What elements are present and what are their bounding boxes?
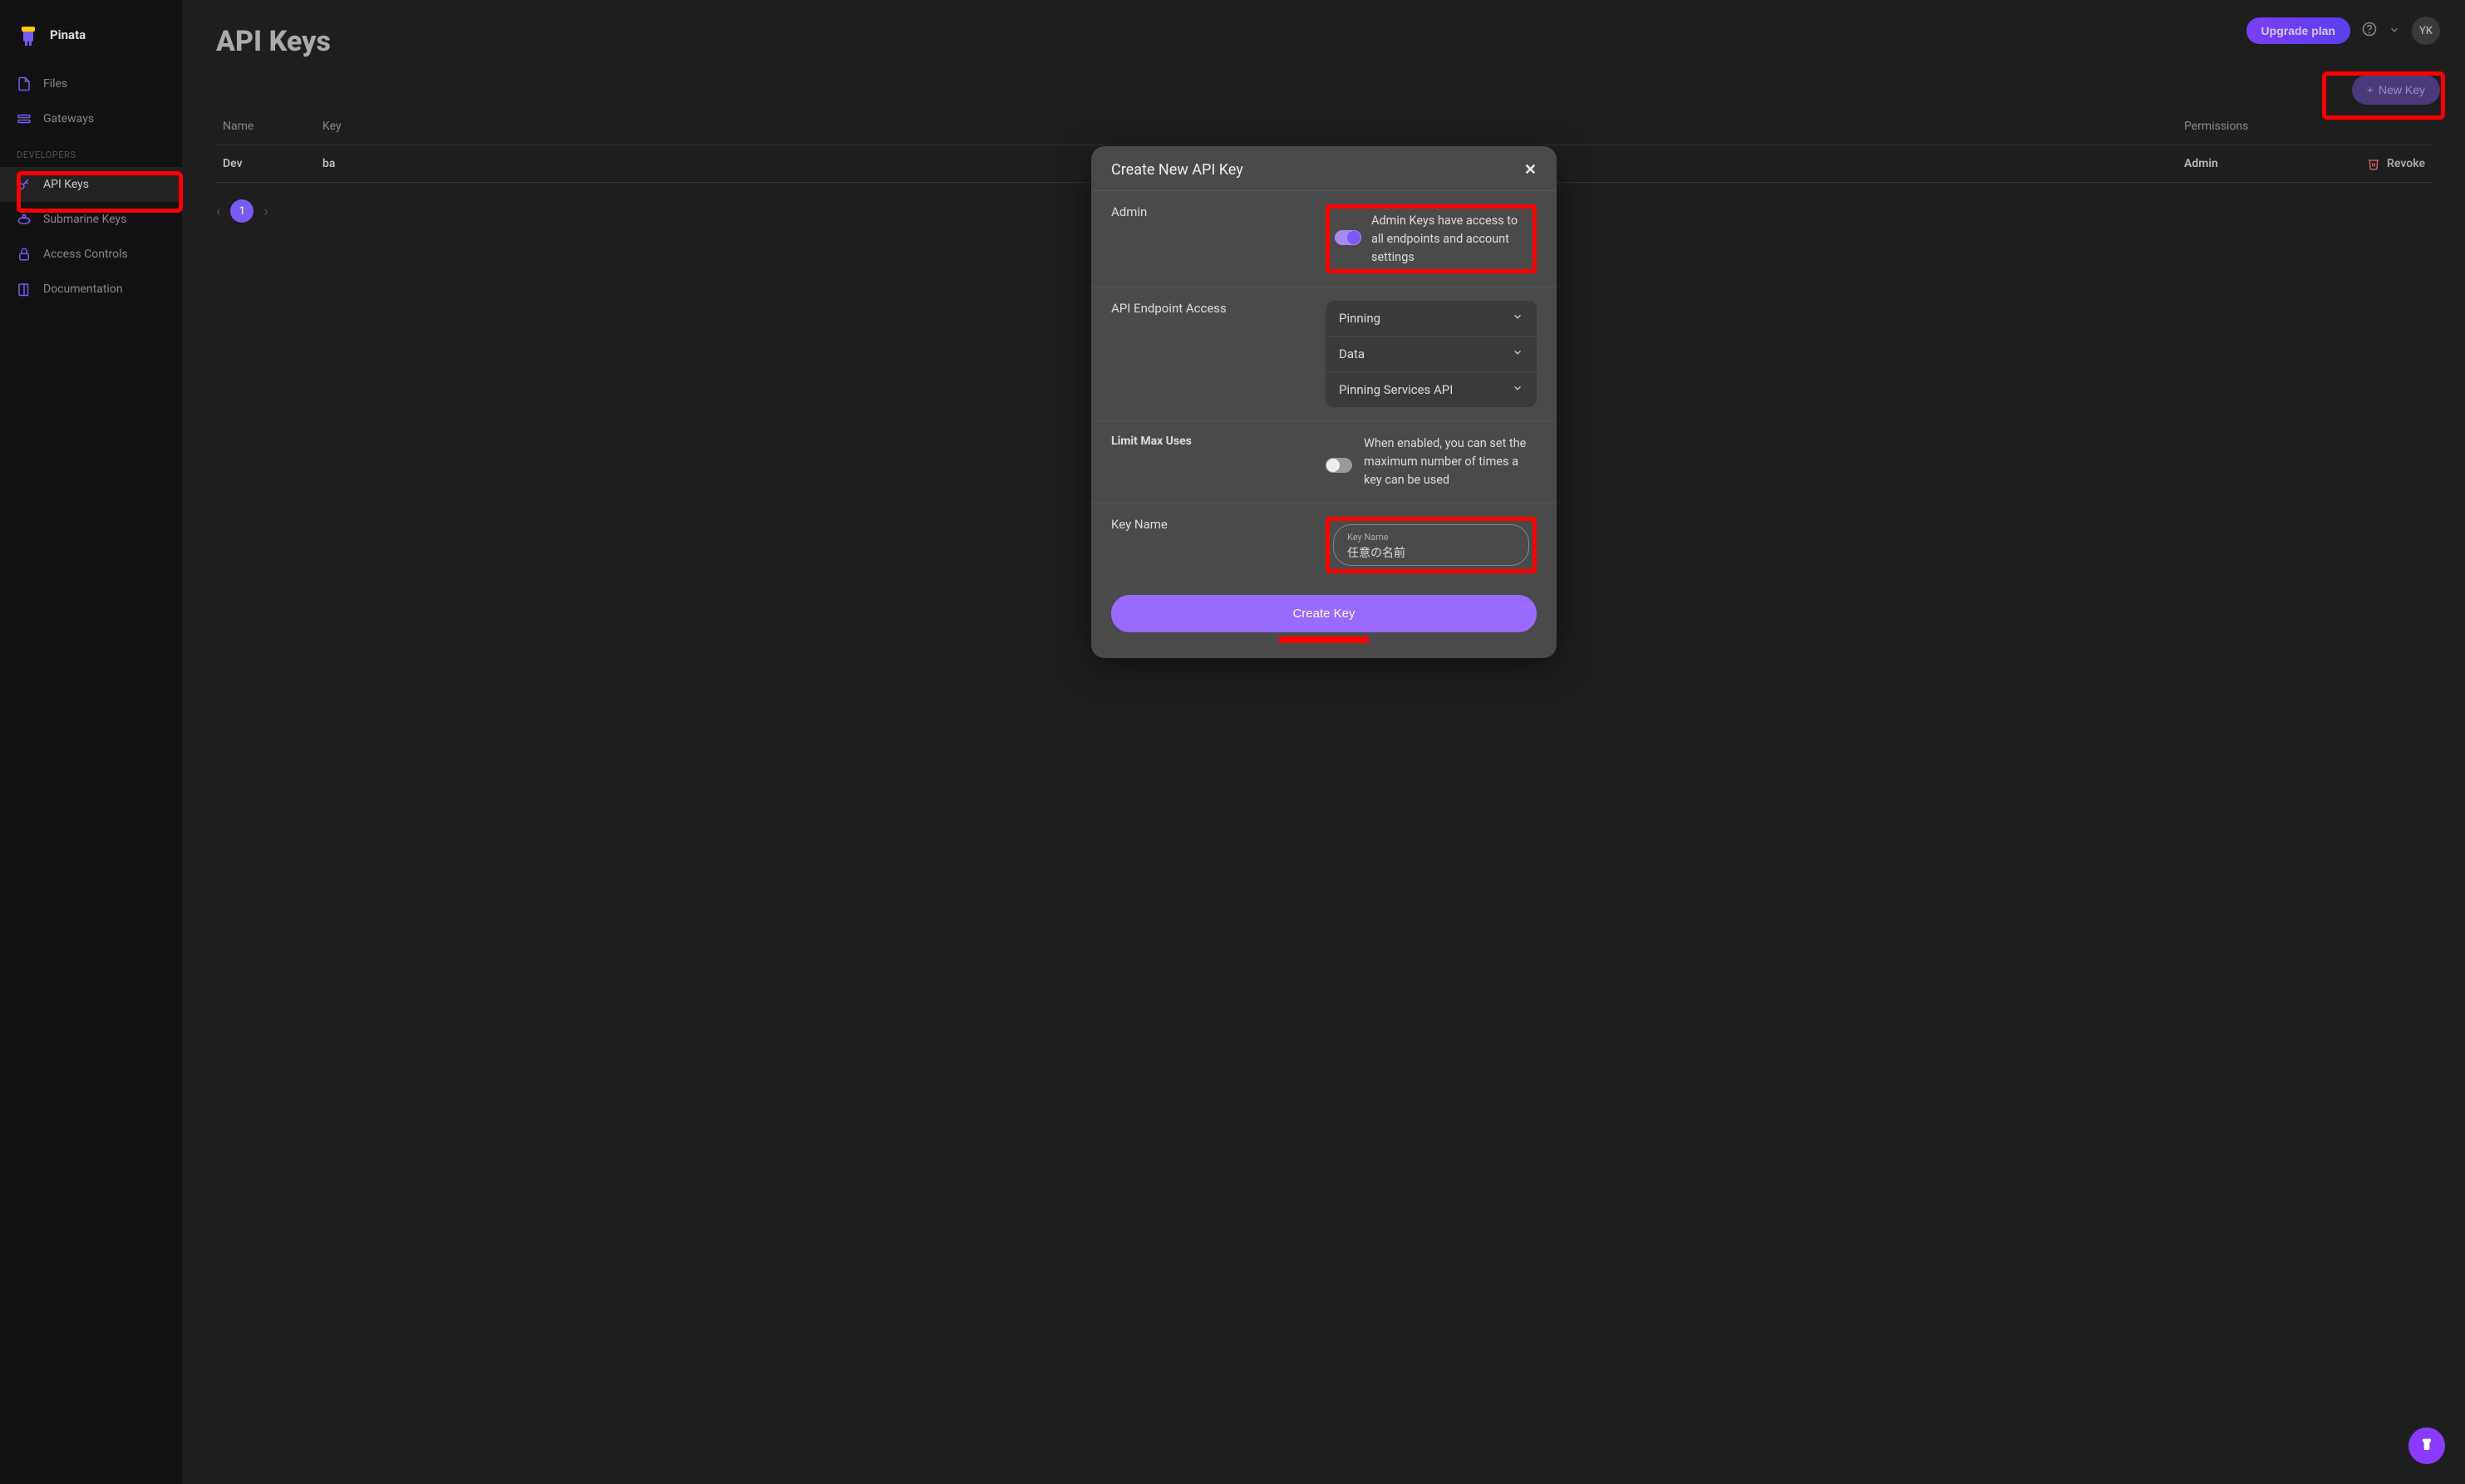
sidebar: Pinata Files Gateways DEVELOPERS API Key…	[0, 0, 183, 1484]
endpoint-access-group: Pinning Data Pinning Services API	[1326, 301, 1537, 407]
submarine-icon	[17, 212, 32, 227]
revoke-label: Revoke	[2387, 157, 2425, 170]
sidebar-item-label: Files	[43, 77, 67, 91]
endpoint-label: Pinning	[1339, 311, 1380, 326]
support-fab[interactable]	[2408, 1427, 2445, 1464]
sidebar-item-access-controls[interactable]: Access Controls	[0, 237, 182, 272]
sidebar-item-label: Documentation	[43, 283, 123, 296]
sidebar-section-developers: DEVELOPERS	[0, 136, 182, 167]
chevron-down-icon[interactable]	[2389, 23, 2400, 39]
file-icon	[17, 76, 32, 91]
col-permissions: Permissions	[2184, 120, 2300, 133]
admin-description: Admin Keys have access to all endpoints …	[1371, 212, 1528, 266]
upgrade-plan-button[interactable]: Upgrade plan	[2246, 17, 2350, 44]
annotation-highlight-key-name: Key Name	[1326, 517, 1537, 573]
book-icon	[17, 282, 32, 297]
endpoint-label: Pinning Services API	[1339, 382, 1453, 397]
sidebar-item-label: Access Controls	[43, 248, 128, 261]
lock-icon	[17, 247, 32, 262]
trash-icon	[2367, 157, 2380, 170]
sidebar-item-documentation[interactable]: Documentation	[0, 272, 182, 307]
endpoint-data[interactable]: Data	[1326, 337, 1537, 372]
key-name-input[interactable]	[1347, 546, 1515, 559]
sidebar-item-label: Gateways	[43, 112, 94, 125]
admin-toggle[interactable]	[1335, 230, 1361, 245]
chevron-down-icon	[1512, 382, 1523, 397]
cell-name: Dev	[223, 157, 306, 170]
key-name-field[interactable]: Key Name	[1333, 524, 1529, 566]
avatar[interactable]: YK	[2412, 17, 2440, 45]
create-key-button[interactable]: Create Key	[1111, 595, 1537, 632]
help-icon[interactable]	[2362, 22, 2377, 40]
endpoint-pinning[interactable]: Pinning	[1326, 301, 1537, 337]
new-key-button[interactable]: + New Key	[2352, 75, 2440, 105]
admin-label: Admin	[1111, 204, 1322, 273]
endpoint-access-label: API Endpoint Access	[1111, 301, 1322, 407]
sidebar-item-label: API Keys	[43, 178, 89, 191]
create-api-key-modal: Create New API Key ✕ Admin Admin Keys ha…	[1091, 146, 1557, 658]
new-key-label: New Key	[2379, 83, 2425, 96]
sidebar-item-label: Submarine Keys	[43, 213, 126, 226]
col-key: Key	[322, 120, 2167, 133]
endpoint-label: Data	[1339, 346, 1365, 361]
prev-page-button[interactable]: ‹	[216, 203, 220, 220]
page-title: API Keys	[216, 25, 2432, 58]
table-header: Name Key Permissions	[216, 108, 2432, 145]
sidebar-item-files[interactable]: Files	[0, 66, 182, 101]
topbar: Upgrade plan YK	[2246, 17, 2440, 45]
main-content: Upgrade plan YK API Keys + New Key Name …	[183, 0, 2465, 1484]
sidebar-item-gateways[interactable]: Gateways	[0, 101, 182, 136]
key-name-label: Key Name	[1111, 517, 1322, 573]
sidebar-item-api-keys[interactable]: API Keys	[0, 167, 182, 202]
gateway-icon	[17, 111, 32, 126]
modal-title: Create New API Key	[1111, 161, 1243, 179]
limit-max-uses-label: Limit Max Uses	[1111, 435, 1322, 489]
chevron-down-icon	[1512, 346, 1523, 361]
close-icon[interactable]: ✕	[1524, 161, 1537, 179]
annotation-highlight-create-key	[1279, 636, 1369, 643]
plus-icon: +	[2367, 83, 2374, 96]
key-name-field-label: Key Name	[1347, 532, 1515, 543]
next-page-button[interactable]: ›	[263, 203, 268, 220]
brand-name: Pinata	[50, 27, 86, 42]
revoke-button[interactable]: Revoke	[2317, 157, 2425, 170]
sidebar-item-submarine-keys[interactable]: Submarine Keys	[0, 202, 182, 237]
page-number[interactable]: 1	[230, 199, 253, 223]
chevron-down-icon	[1512, 311, 1523, 326]
cell-permissions: Admin	[2184, 157, 2300, 170]
endpoint-pinning-services-api[interactable]: Pinning Services API	[1326, 372, 1537, 407]
col-name: Name	[223, 120, 306, 133]
annotation-highlight-admin-toggle: Admin Keys have access to all endpoints …	[1326, 204, 1537, 273]
pinata-logo-icon	[17, 23, 40, 47]
key-icon	[17, 177, 32, 192]
limit-max-uses-description: When enabled, you can set the maximum nu…	[1364, 435, 1537, 489]
limit-max-uses-toggle[interactable]	[1326, 458, 1352, 473]
pinata-icon	[2418, 1437, 2435, 1454]
brand-logo[interactable]: Pinata	[0, 17, 182, 66]
